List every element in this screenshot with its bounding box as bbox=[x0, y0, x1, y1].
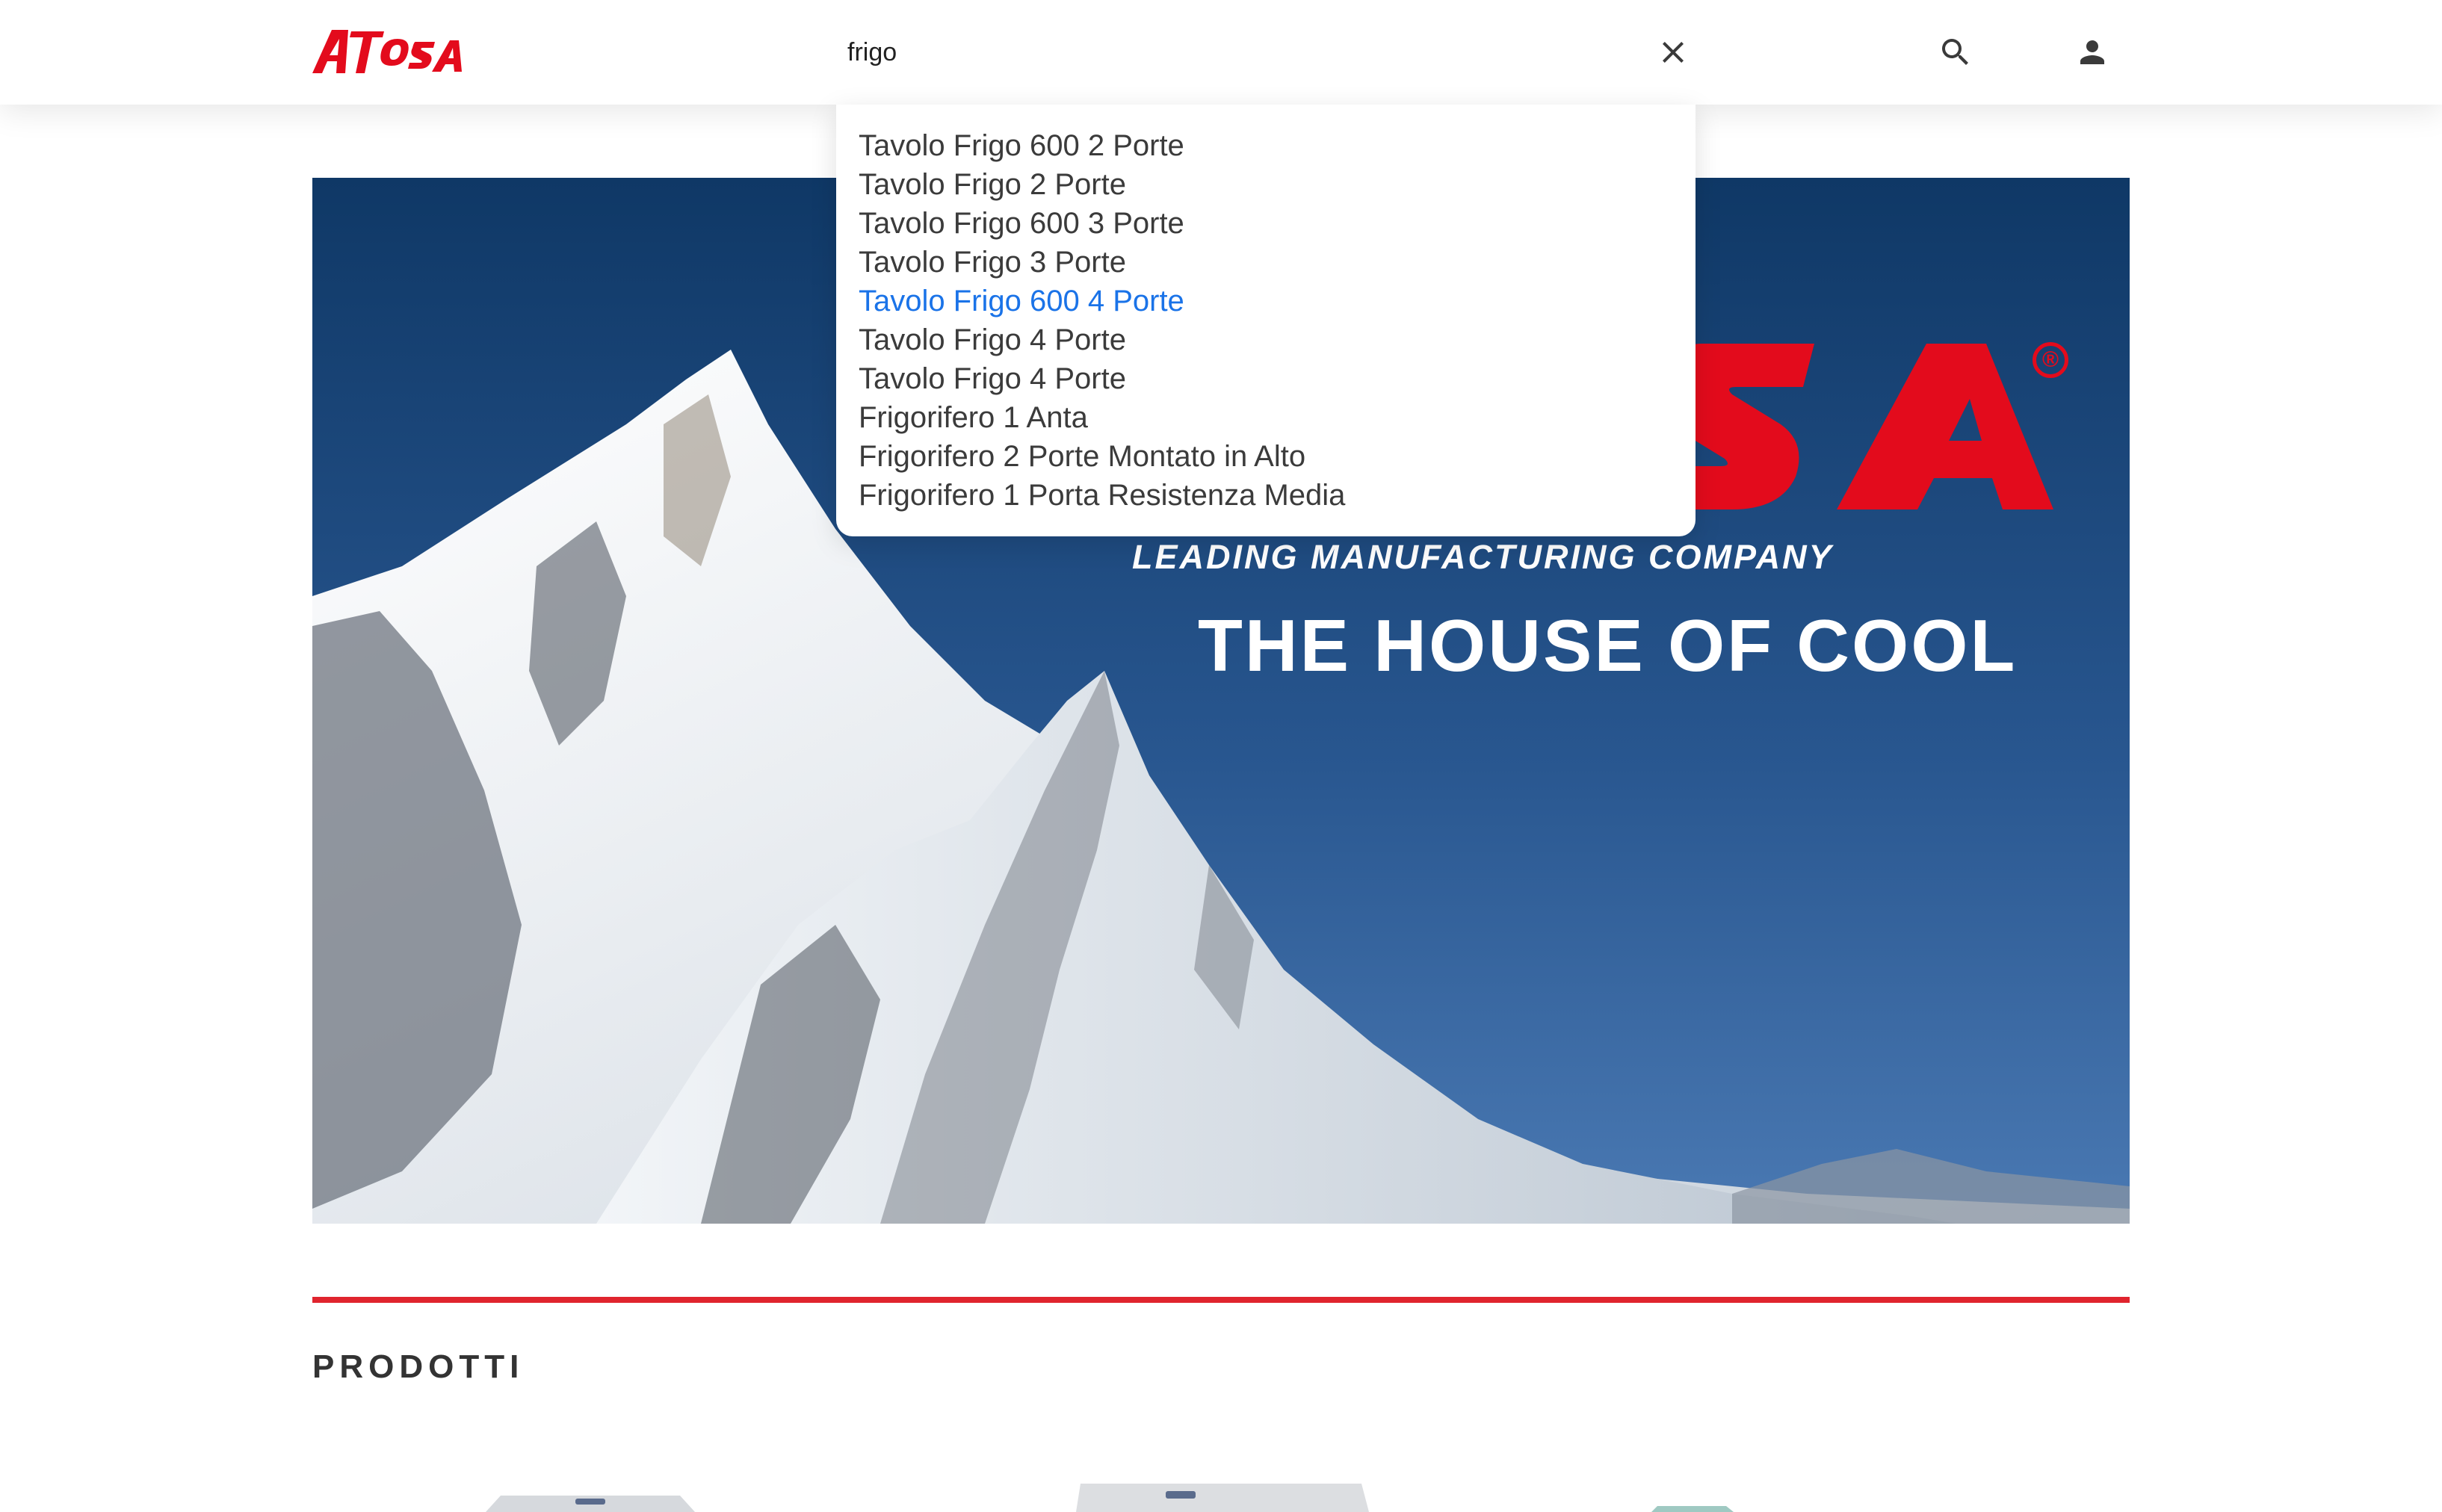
section-divider bbox=[312, 1297, 2130, 1303]
account-button[interactable] bbox=[2066, 26, 2118, 78]
search-icon bbox=[1942, 39, 1968, 65]
suggestion-item[interactable]: Tavolo Frigo 600 3 Porte bbox=[836, 204, 1696, 243]
suggestion-item[interactable]: Tavolo Frigo 4 Porte bbox=[836, 359, 1696, 398]
products-section-title: PRODOTTI bbox=[312, 1348, 525, 1385]
suggestion-item[interactable]: Tavolo Frigo 3 Porte bbox=[836, 243, 1696, 282]
product-card[interactable] bbox=[471, 1464, 844, 1512]
suggestion-item[interactable]: Tavolo Frigo 2 Porte bbox=[836, 165, 1696, 204]
registered-mark: ® bbox=[2033, 342, 2068, 378]
suggestion-item[interactable]: Tavolo Frigo 600 2 Porte bbox=[836, 126, 1696, 165]
search-suggestions-dropdown: Tavolo Frigo 600 2 Porte Tavolo Frigo 2 … bbox=[836, 105, 1696, 536]
product-image bbox=[486, 1496, 695, 1512]
suggestion-item[interactable]: Frigorifero 2 Porte Montato in Alto bbox=[836, 437, 1696, 476]
top-bar bbox=[0, 0, 2442, 105]
search-input[interactable] bbox=[847, 30, 1632, 75]
product-image bbox=[1076, 1484, 1369, 1512]
suggestion-item[interactable]: Frigorifero 1 Porta Resistenza Media bbox=[836, 476, 1696, 515]
suggestion-item[interactable]: Tavolo Frigo 4 Porte bbox=[836, 320, 1696, 359]
hero-headline: THE HOUSE OF COOL bbox=[1198, 604, 2018, 687]
hero-tagline: LEADING MANUFACTURING COMPANY bbox=[1132, 538, 1834, 576]
atosa-logo-mark bbox=[312, 30, 462, 73]
suggestion-item[interactable]: Frigorifero 1 Anta bbox=[836, 398, 1696, 437]
clear-search-button[interactable] bbox=[1647, 26, 1699, 78]
suggestion-item[interactable]: Tavolo Frigo 600 4 Porte bbox=[836, 282, 1696, 320]
product-card[interactable] bbox=[1636, 1464, 2010, 1512]
close-icon bbox=[1663, 42, 1684, 63]
atosa-logo[interactable] bbox=[312, 27, 462, 76]
person-icon bbox=[2080, 40, 2104, 64]
product-image bbox=[1651, 1506, 1734, 1512]
search-button[interactable] bbox=[1929, 26, 1982, 78]
product-card[interactable] bbox=[1061, 1464, 1435, 1512]
